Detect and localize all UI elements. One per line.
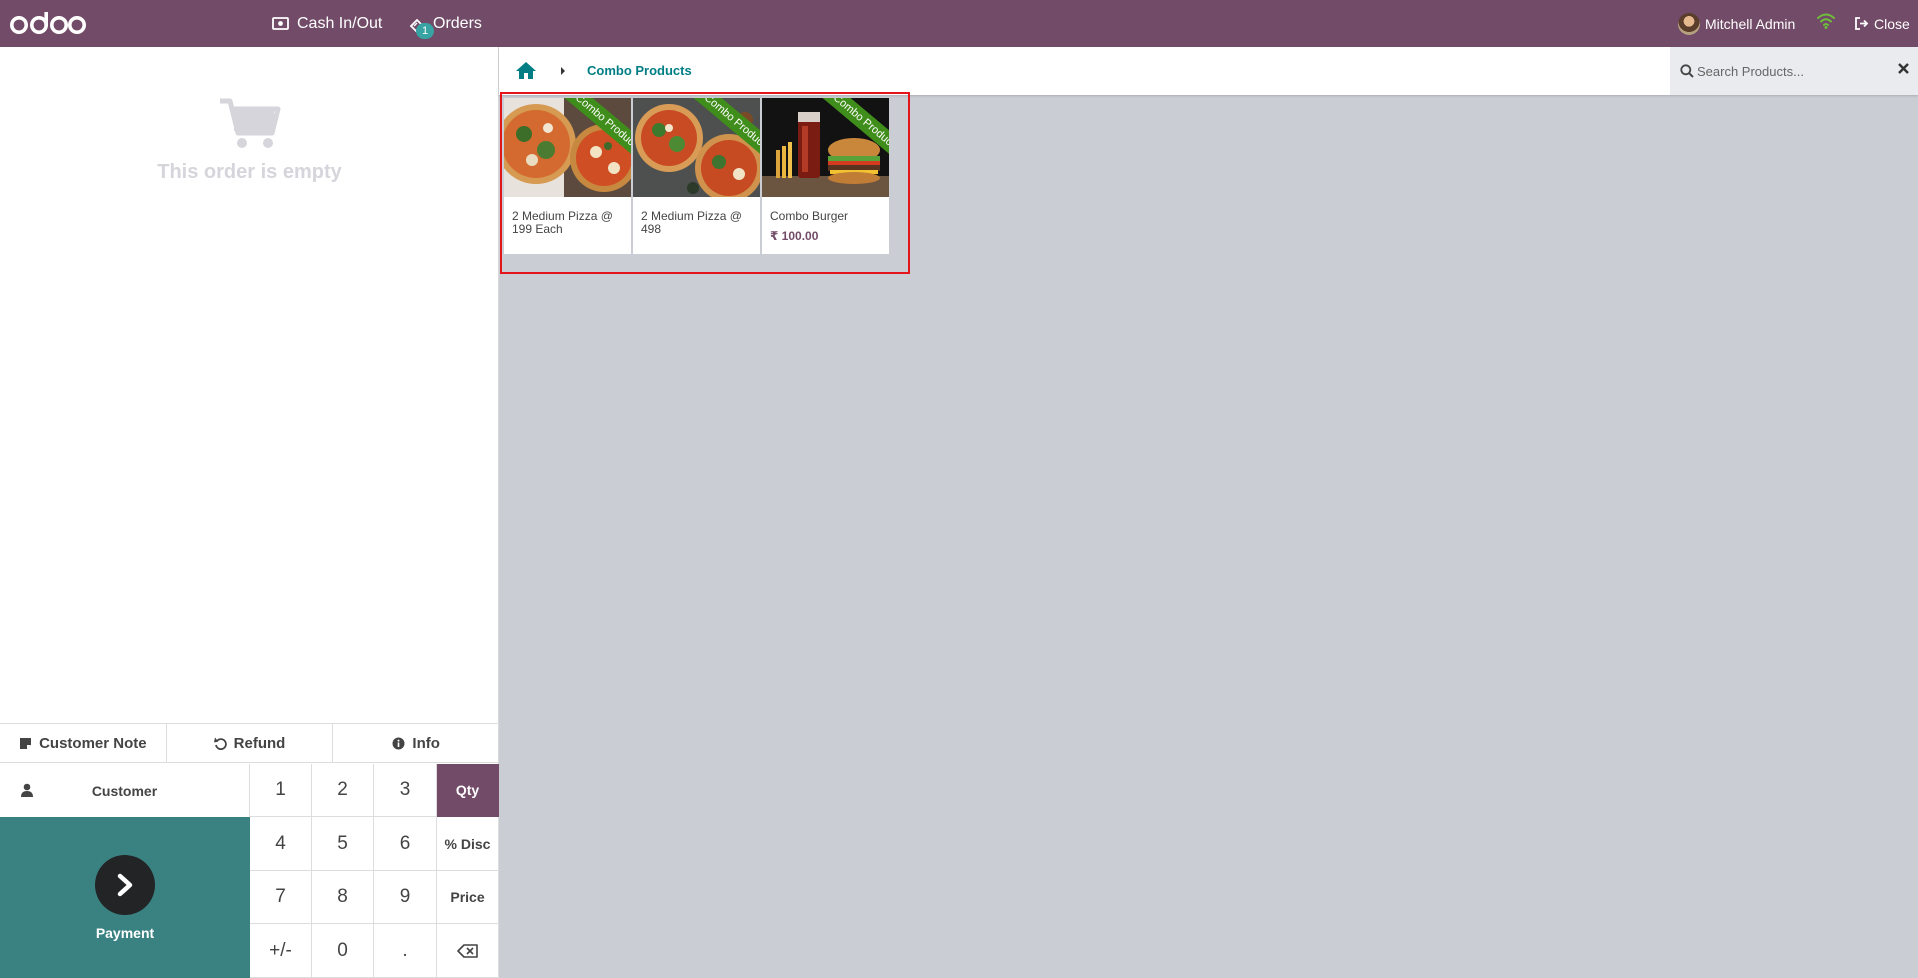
odoo-logo[interactable] [9, 10, 87, 38]
payment-label: Payment [95, 924, 155, 941]
breadcrumb-combo-products[interactable]: Combo Products [587, 63, 692, 78]
product-image: Combo Product [633, 98, 760, 197]
caret-right-icon [561, 67, 565, 75]
empty-order: This order is empty [0, 97, 499, 184]
search-icon [1680, 64, 1694, 78]
numpad-plus-minus[interactable]: +/- [250, 924, 312, 978]
customer-label: Customer [91, 782, 158, 799]
numpad-key-0[interactable]: 0 [312, 924, 374, 978]
cash-in-out-button[interactable]: Cash In/Out [272, 0, 382, 47]
close-button[interactable]: Close [1855, 0, 1910, 47]
numpad-price-button[interactable]: Price [437, 871, 499, 924]
wifi-icon [1817, 13, 1835, 29]
order-panel: This order is empty Customer Note Refund… [0, 47, 499, 978]
close-label: Close [1874, 15, 1910, 32]
home-icon[interactable] [515, 61, 537, 80]
note-icon [20, 737, 32, 749]
numpad-discount-button[interactable]: % Disc [437, 817, 499, 871]
orders-count-badge: 1 [416, 22, 434, 39]
user-menu[interactable]: Mitchell Admin [1678, 0, 1795, 47]
breadcrumb: Combo Products [499, 47, 1918, 95]
numpad-key-8[interactable]: 8 [312, 871, 374, 924]
refund-label: Refund [233, 734, 286, 752]
numpad-key-7[interactable]: 7 [250, 871, 312, 924]
product-card[interactable]: Combo Product 2 Medium Pizza @ 199 Each [504, 98, 631, 254]
top-navbar: Cash In/Out 1 Orders Mitchell Admin Clos… [0, 0, 1918, 47]
product-image: Combo Product [762, 98, 889, 197]
empty-order-text: This order is empty [157, 161, 342, 183]
chevron-right-icon [117, 873, 133, 896]
customer-note-button[interactable]: Customer Note [0, 724, 167, 762]
numpad-key-6[interactable]: 6 [374, 817, 437, 871]
avatar [1678, 12, 1700, 35]
refund-button[interactable]: Refund [167, 724, 334, 762]
cash-in-out-label: Cash In/Out [297, 14, 383, 32]
search-box [1670, 47, 1918, 95]
numpad-qty-button[interactable]: Qty [437, 764, 499, 817]
numpad-key-4[interactable]: 4 [250, 817, 312, 871]
orders-label: Orders [433, 14, 482, 32]
product-card[interactable]: Combo Product 2 Medium Pizza @ 498 [633, 98, 760, 254]
product-price: ₹ 100.00 [770, 229, 819, 243]
info-button[interactable]: Info [333, 724, 499, 762]
product-name: Combo Burger [770, 209, 849, 223]
backspace-icon [456, 943, 478, 958]
product-card[interactable]: Combo Product Combo Burger ₹ 100.00 [762, 98, 889, 254]
product-name: 2 Medium Pizza @ 498 [641, 209, 742, 236]
info-icon [392, 737, 405, 749]
numpad-key-5[interactable]: 5 [312, 817, 374, 871]
control-buttons: Customer Note Refund Info [0, 723, 499, 763]
customer-note-label: Customer Note [39, 734, 147, 752]
orders-button[interactable]: 1 Orders [409, 0, 482, 47]
payment-circle [95, 854, 155, 915]
search-input[interactable] [1697, 57, 1882, 85]
money-icon [272, 17, 289, 30]
customer-button[interactable]: Customer [0, 764, 250, 817]
numpad-backspace-button[interactable] [437, 924, 499, 978]
numpad-key-2[interactable]: 2 [312, 764, 374, 817]
info-label: Info [412, 734, 440, 752]
numpad-decimal[interactable]: . [374, 924, 437, 978]
clear-search-icon[interactable] [1898, 63, 1909, 74]
payment-button[interactable]: Payment [0, 817, 250, 978]
product-image: Combo Product [504, 98, 631, 197]
numpad-key-9[interactable]: 9 [374, 871, 437, 924]
product-list: Combo Product 2 Medium Pizza @ 199 Each [504, 98, 889, 254]
user-icon [21, 783, 33, 797]
product-name: 2 Medium Pizza @ 199 Each [512, 209, 613, 236]
numpad: 1 2 3 Qty 4 5 6 % Disc 7 8 9 Price +/- 0… [250, 764, 499, 978]
undo-icon [213, 737, 227, 750]
product-screen: Combo Products Search Products... Combo … [499, 47, 1918, 978]
numpad-key-1[interactable]: 1 [250, 764, 312, 817]
numpad-key-3[interactable]: 3 [374, 764, 437, 817]
user-name: Mitchell Admin [1705, 15, 1796, 32]
sign-out-icon [1855, 17, 1869, 30]
cart-icon [219, 98, 280, 148]
